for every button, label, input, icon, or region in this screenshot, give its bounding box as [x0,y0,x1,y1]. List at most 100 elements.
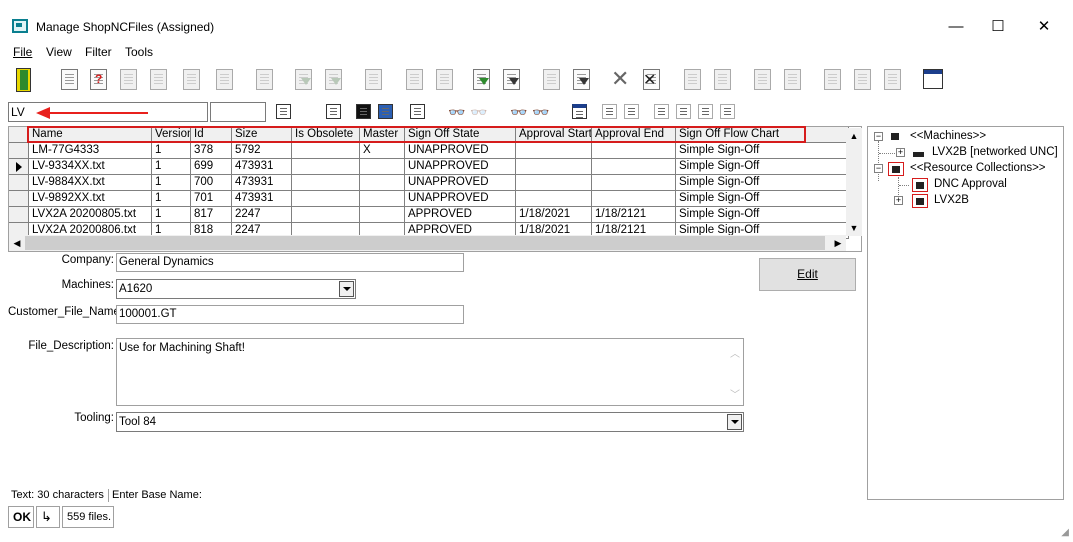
files-grid[interactable]: Name Version Id Size Is Obsolete Master … [8,126,862,252]
row-indicator[interactable] [9,207,29,223]
table-cell[interactable]: LV-9884XX.txt [29,175,152,191]
expand-lvx2b-icon[interactable]: + [894,196,903,205]
table-cell[interactable]: 473931 [232,159,292,175]
menu-tools[interactable]: Tools [125,45,153,59]
table-row[interactable]: LV-9892XX.txt 1 701 473931 UNAPPROVED Simple … [9,191,849,207]
collapse-machines-icon[interactable]: − [874,132,883,141]
table-cell[interactable] [292,207,360,223]
table-cell[interactable]: Simple Sign-Off [676,207,849,223]
window-icon[interactable] [570,103,590,121]
scroll-thumb[interactable] [25,236,825,250]
upload-button[interactable] [320,66,346,94]
table-cell[interactable]: 1/18/2121 [592,207,676,223]
save-file-button[interactable] [211,66,237,94]
table-cell[interactable]: 473931 [232,191,292,207]
attach-button[interactable] [360,66,386,94]
table-cell[interactable]: LV-9892XX.txt [29,191,152,207]
file-description-field[interactable]: Use for Machining Shaft! ︿ ﹀ [116,338,744,406]
row-indicator[interactable] [9,143,29,159]
table-cell[interactable] [292,143,360,159]
table-cell[interactable] [292,175,360,191]
calendar-icon[interactable] [274,103,294,121]
table-cell[interactable]: 700 [191,175,232,191]
copy-file-button[interactable] [145,66,171,94]
blue-view-icon[interactable] [376,103,396,121]
delete-file-button[interactable]: ✕ [638,66,664,94]
table-cell[interactable] [516,143,592,159]
table-cell[interactable]: APPROVED [405,207,516,223]
table-cell[interactable]: UNAPPROVED [405,191,516,207]
table-cell[interactable]: 1/18/2021 [516,207,592,223]
open-folder-button[interactable] [115,66,141,94]
table-cell[interactable]: X [360,143,405,159]
collapse-collections-icon[interactable]: − [874,164,883,173]
scroll-left-icon[interactable]: ◀ [9,235,25,251]
scroll-down-icon[interactable]: ▼ [846,220,862,236]
compare-button[interactable] [709,66,735,94]
table-cell[interactable]: 473931 [232,175,292,191]
table-cell[interactable] [360,159,405,175]
row-indicator[interactable] [9,159,29,175]
ok-files-button[interactable] [178,66,204,94]
send-to-machine-button[interactable] [468,66,494,94]
row-indicator[interactable] [9,175,29,191]
machines-select[interactable]: A1620 [116,279,356,299]
minimize-button[interactable]: — [933,12,979,42]
menu-view[interactable]: View [46,45,72,59]
find-next-icon[interactable]: 👓 [532,103,552,121]
table-cell[interactable]: UNAPPROVED [405,159,516,175]
download-button[interactable] [290,66,316,94]
chevron-down-icon[interactable] [339,281,354,297]
table-cell[interactable]: 1 [152,191,191,207]
receive-delete-button[interactable] [568,66,594,94]
split-button[interactable] [819,66,845,94]
scroll-up-icon[interactable]: ▲ [846,128,862,144]
table-cell[interactable] [516,191,592,207]
copy-icon[interactable] [408,103,428,121]
menu-filter[interactable]: Filter [85,45,112,59]
link-button[interactable] [849,66,875,94]
close-button[interactable]: ✕ [1021,12,1067,42]
table-cell[interactable]: LM-77G4333 [29,143,152,159]
chevron-down-icon[interactable]: ﹀ [730,386,740,401]
grid-horizontal-scrollbar[interactable]: ◀ ▶ [9,235,846,251]
document-button[interactable] [431,66,457,94]
grid-vertical-scrollbar[interactable]: ▲ ▼ [846,128,862,236]
table-cell[interactable] [360,191,405,207]
table-cell[interactable] [516,159,592,175]
resource-tree[interactable]: − <<Machines>> + LVX2B [networked UNC] −… [867,126,1064,500]
table-row[interactable]: LV-9334XX.txt 1 699 473931 UNAPPROVED Simple … [9,159,849,175]
table-row[interactable]: LM-77G4333 1 378 5792 X UNAPPROVED Simple Sign… [9,143,849,159]
table-cell[interactable] [292,191,360,207]
table-cell[interactable] [360,175,405,191]
table-cell[interactable] [592,159,676,175]
table-cell[interactable]: Simple Sign-Off [676,143,849,159]
expand-machine-icon[interactable]: + [896,148,905,157]
table-cell[interactable]: Simple Sign-Off [676,191,849,207]
table-cell[interactable]: 378 [191,143,232,159]
resize-grip-icon[interactable]: ◢ [1061,527,1069,538]
table-cell[interactable] [360,207,405,223]
table-cell[interactable]: 2247 [232,207,292,223]
table-cell[interactable]: UNAPPROVED [405,143,516,159]
tree-collections-node[interactable]: <<Resource Collections>> [910,162,1046,174]
filter-d-icon[interactable] [674,103,694,121]
exit-door-button[interactable] [11,66,37,94]
table-cell[interactable]: 1 [152,207,191,223]
table-cell[interactable]: 701 [191,191,232,207]
chevron-up-icon[interactable]: ︿ [730,345,740,360]
filter-f-icon[interactable] [718,103,738,121]
table-cell[interactable]: 5792 [232,143,292,159]
secondary-search-input[interactable] [210,102,266,122]
filter-e-icon[interactable] [696,103,716,121]
filter-c-icon[interactable] [652,103,672,121]
tree-collection-lvx2b[interactable]: LVX2B [934,194,969,206]
table-row[interactable]: LVX2A 20200805.txt 1 817 2247 APPROVED 1/18/2… [9,207,849,223]
tooling-select[interactable]: Tool 84 [116,412,744,432]
table-cell[interactable]: 1 [152,159,191,175]
maximize-button[interactable]: ☐ [975,12,1021,42]
table-cell[interactable] [592,191,676,207]
table-cell[interactable]: 1 [152,175,191,191]
print-preview-icon[interactable] [324,103,344,121]
window-layout-button[interactable] [919,66,945,94]
